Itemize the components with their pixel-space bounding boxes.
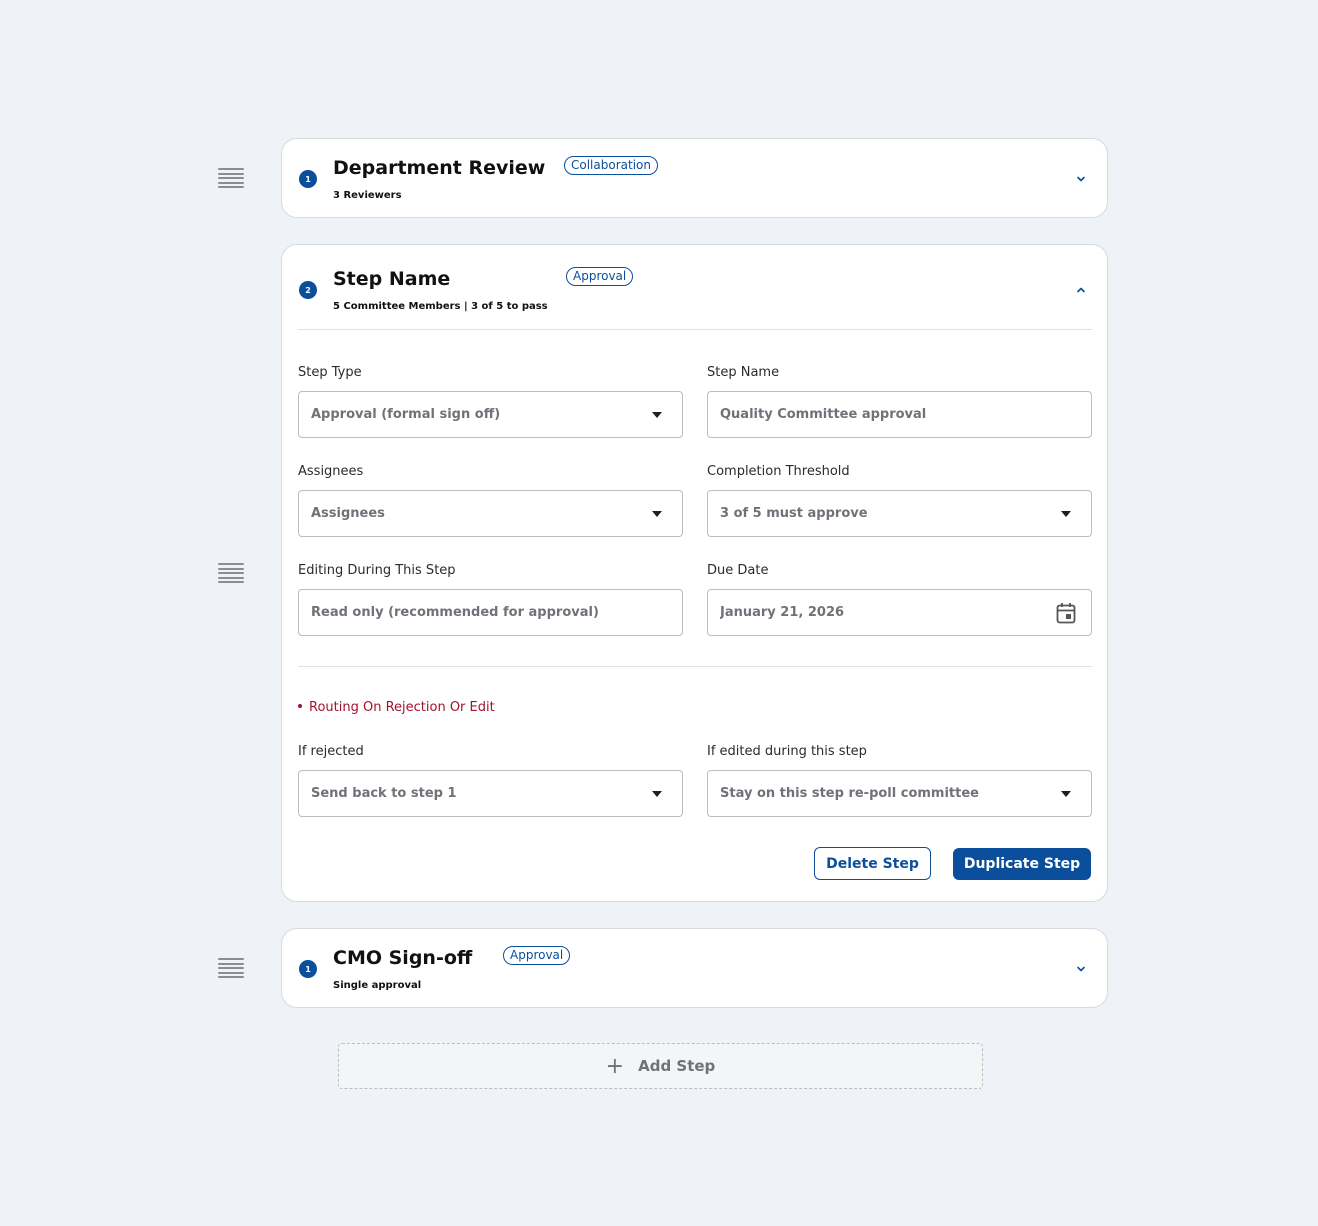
step-type-select[interactable]: Approval (formal sign off)	[298, 391, 683, 438]
caret-down-icon	[652, 790, 662, 797]
step-header[interactable]: 2 Step Name 5 Committee Members | 3 of 5…	[282, 245, 1107, 325]
step-number-badge: 1	[299, 960, 317, 978]
step-name-label: Step Name	[707, 365, 780, 380]
add-step-button[interactable]: + Add Step	[338, 1043, 983, 1089]
drag-handle-icon[interactable]	[218, 168, 244, 188]
caret-down-icon	[1061, 510, 1071, 517]
step-number-badge: 2	[299, 281, 317, 299]
assignees-label: Assignees	[298, 464, 364, 479]
if-edited-value: Stay on this step re-poll committee	[720, 786, 979, 801]
duplicate-step-button[interactable]: Duplicate Step	[953, 848, 1091, 880]
editing-value: Read only (recommended for approval)	[311, 605, 599, 620]
routing-section-text: Routing On Rejection Or Edit	[309, 700, 495, 715]
chevron-down-icon[interactable]	[1075, 963, 1087, 975]
add-step-label: Add Step	[638, 1057, 716, 1075]
plus-icon: +	[605, 1053, 625, 1079]
bullet-icon	[298, 704, 302, 708]
caret-down-icon	[652, 411, 662, 418]
step-type-badge: Approval	[566, 267, 634, 286]
chevron-down-icon[interactable]	[1075, 173, 1087, 185]
step-subtitle: 5 Committee Members | 3 of 5 to pass	[333, 301, 548, 312]
step-card-cmo-sign-off: 1 CMO Sign-off Single approval Approval	[281, 928, 1108, 1008]
drag-handle-icon[interactable]	[218, 563, 244, 583]
step-title: Step Name	[333, 268, 451, 290]
step-type-value: Approval (formal sign off)	[311, 407, 501, 422]
due-date-label: Due Date	[707, 563, 769, 578]
divider	[298, 666, 1092, 667]
step-header[interactable]: 1 Department Review 3 Reviewers Collabor…	[282, 139, 1107, 219]
step-type-badge: Approval	[503, 946, 571, 965]
caret-down-icon	[652, 510, 662, 517]
step-subtitle: Single approval	[333, 980, 422, 991]
routing-section-title: Routing On Rejection Or Edit	[298, 700, 495, 715]
editing-field[interactable]: Read only (recommended for approval)	[298, 589, 683, 636]
step-card-department-review: 1 Department Review 3 Reviewers Collabor…	[281, 138, 1108, 218]
step-subtitle: 3 Reviewers	[333, 190, 402, 201]
calendar-icon[interactable]	[1056, 602, 1076, 624]
step-name-value: Quality Committee approval	[720, 407, 927, 422]
completion-threshold-value: 3 of 5 must approve	[720, 506, 868, 521]
step-title: CMO Sign-off	[333, 947, 473, 969]
chevron-up-icon[interactable]	[1075, 284, 1087, 296]
completion-threshold-label: Completion Threshold	[707, 464, 850, 479]
delete-step-button[interactable]: Delete Step	[814, 847, 931, 880]
step-header[interactable]: 1 CMO Sign-off Single approval Approval	[282, 929, 1107, 1009]
if-rejected-select[interactable]: Send back to step 1	[298, 770, 683, 817]
due-date-value: January 21, 2026	[720, 605, 845, 620]
caret-down-icon	[1061, 790, 1071, 797]
if-rejected-label: If rejected	[298, 744, 364, 759]
drag-handle-icon[interactable]	[218, 958, 244, 978]
step-type-label: Step Type	[298, 365, 362, 380]
step-name-input[interactable]: Quality Committee approval	[707, 391, 1092, 438]
step-type-badge: Collaboration	[564, 156, 658, 175]
divider	[298, 329, 1092, 330]
if-edited-select[interactable]: Stay on this step re-poll committee	[707, 770, 1092, 817]
step-card-step-name: 2 Step Name 5 Committee Members | 3 of 5…	[281, 244, 1108, 902]
completion-threshold-select[interactable]: 3 of 5 must approve	[707, 490, 1092, 537]
step-number-badge: 1	[299, 170, 317, 188]
assignees-select[interactable]: Assignees	[298, 490, 683, 537]
due-date-input[interactable]: January 21, 2026	[707, 589, 1092, 636]
step-title: Department Review	[333, 157, 546, 179]
if-edited-label: If edited during this step	[707, 744, 867, 759]
assignees-value: Assignees	[311, 506, 385, 521]
editing-label: Editing During This Step	[298, 563, 456, 578]
if-rejected-value: Send back to step 1	[311, 786, 457, 801]
